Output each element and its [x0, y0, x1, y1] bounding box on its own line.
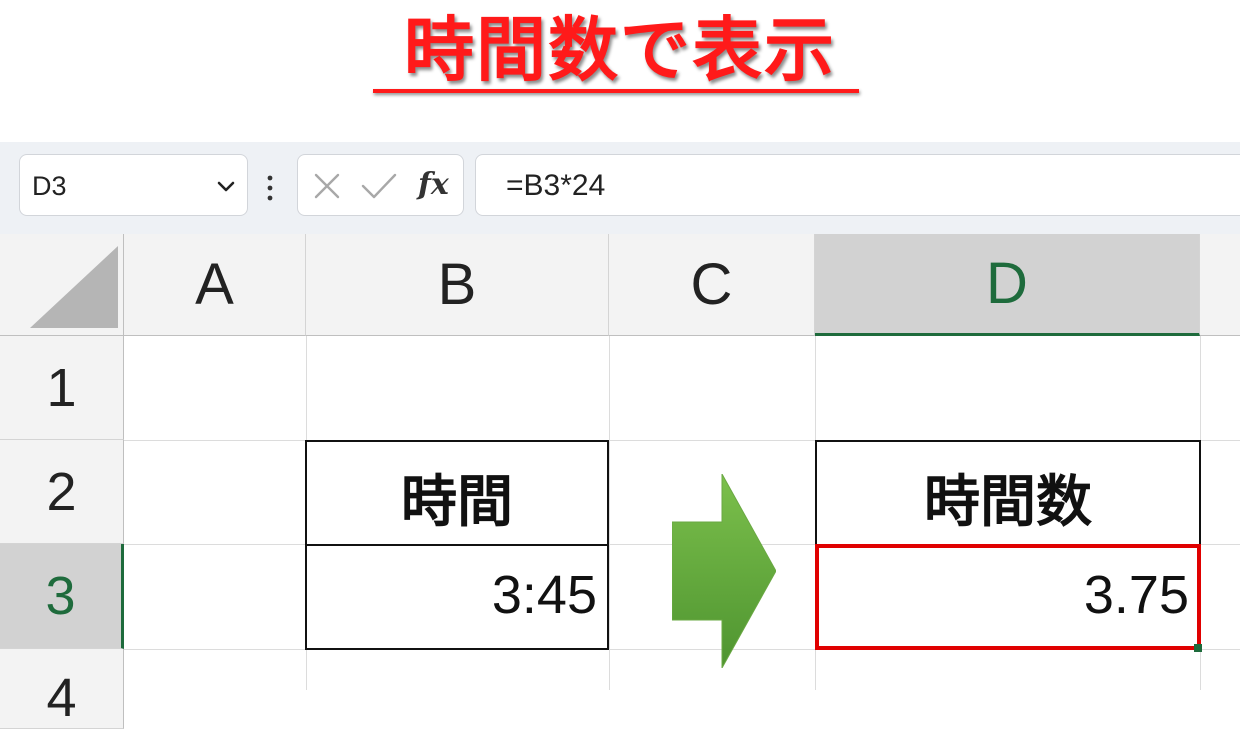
cell-d2[interactable]: 時間数 [815, 440, 1201, 546]
cell-b2[interactable]: 時間 [305, 440, 609, 546]
column-header-c[interactable]: C [609, 234, 815, 336]
insert-function-button[interactable]: fx [418, 167, 449, 202]
formula-input[interactable]: =B3*24 [475, 154, 1240, 216]
time-header: 時間 [401, 470, 513, 535]
row-header-1[interactable]: 1 [0, 336, 124, 440]
cell-b3[interactable]: 3:45 [305, 544, 609, 650]
formula-text: =B3*24 [506, 169, 606, 202]
banner-title: 時間数で表示 [404, 9, 836, 91]
column-header-a[interactable]: A [124, 234, 306, 336]
formula-bar: D3 fx =B3*24 [0, 142, 1240, 234]
formula-controls: fx [297, 154, 464, 216]
chevron-down-icon[interactable] [215, 175, 237, 197]
hours-header: 時間数 [924, 470, 1092, 535]
title-banner: 時間数で表示 [0, 0, 1240, 142]
row-header-2[interactable]: 2 [0, 440, 124, 544]
active-cell-highlight [815, 544, 1201, 650]
close-icon[interactable] [312, 171, 342, 201]
select-all-triangle-icon [30, 246, 118, 328]
row-header-3[interactable]: 3 [0, 544, 124, 649]
fill-handle[interactable] [1194, 644, 1202, 652]
name-box[interactable]: D3 [19, 154, 248, 216]
name-box-value: D3 [32, 171, 67, 201]
more-options-icon[interactable] [266, 174, 274, 202]
column-header-b[interactable]: B [306, 234, 609, 336]
right-arrow-icon [672, 474, 776, 668]
spreadsheet-grid: A B C D 1 2 3 4 時間 3:45 時間数 3.75 [0, 234, 1240, 729]
select-all-corner[interactable] [0, 234, 124, 336]
time-value: 3:45 [491, 565, 597, 625]
banner-underline [373, 89, 859, 93]
check-icon[interactable] [360, 171, 398, 201]
gridline [609, 336, 610, 690]
column-header-d[interactable]: D [815, 234, 1200, 336]
row-header-4[interactable]: 4 [0, 649, 124, 729]
column-header-e[interactable] [1200, 234, 1240, 336]
